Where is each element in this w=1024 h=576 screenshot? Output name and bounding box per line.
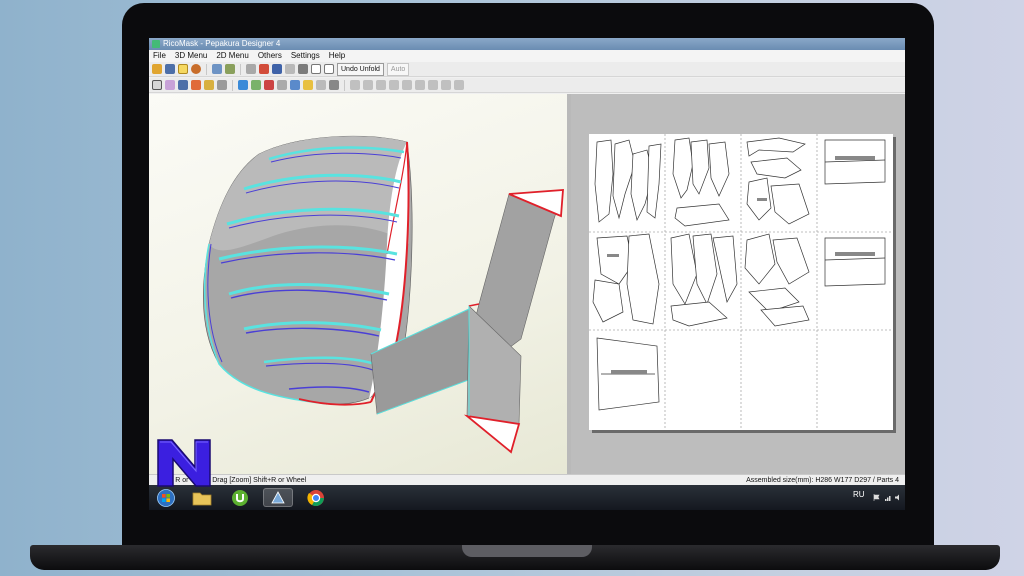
menu-file[interactable]: File (153, 50, 166, 62)
utorrent-button[interactable] (225, 488, 255, 507)
screen: RicoMask - Pepakura Designer 4 File 3D M… (149, 38, 905, 510)
options-icon[interactable] (415, 80, 425, 90)
edge-icon[interactable] (264, 80, 274, 90)
separator (232, 79, 233, 91)
3d-view-pane[interactable] (149, 94, 567, 474)
file-explorer-button[interactable] (187, 488, 217, 507)
auto-button[interactable]: Auto (386, 62, 410, 76)
pen-icon[interactable] (246, 64, 256, 74)
settings-icon[interactable] (428, 80, 438, 90)
join-icon[interactable] (178, 80, 188, 90)
start-button[interactable] (151, 488, 181, 507)
pepakura-icon (271, 490, 285, 503)
separator (206, 63, 207, 75)
check-icon[interactable] (376, 80, 386, 90)
glue-icon[interactable] (285, 64, 295, 74)
chrome-button[interactable] (301, 488, 331, 507)
pepakura-taskbar-button[interactable] (263, 488, 293, 507)
refresh-icon[interactable] (441, 80, 451, 90)
pattern-layout[interactable] (589, 134, 893, 430)
texture-icon[interactable] (191, 64, 201, 74)
menu-2d[interactable]: 2D Menu (216, 50, 248, 62)
menu-settings[interactable]: Settings (291, 50, 320, 62)
layer-icon[interactable] (350, 80, 360, 90)
open-folder-icon[interactable] (152, 64, 162, 74)
undo-unfold-button[interactable]: Undo Unfold (337, 62, 384, 76)
taskbar: RU (149, 485, 905, 510)
main-toolbar: Undo Unfold Auto (149, 62, 905, 77)
menu-help[interactable]: Help (329, 50, 345, 62)
arrange-icon[interactable] (238, 80, 248, 90)
anchor-icon[interactable] (272, 64, 282, 74)
paper-icon[interactable] (303, 80, 313, 90)
measure-icon[interactable] (389, 80, 399, 90)
folder-icon (192, 492, 212, 505)
text-icon[interactable] (217, 80, 227, 90)
flag-icon[interactable] (873, 494, 880, 501)
paper-sheet (589, 134, 893, 430)
select-icon[interactable] (152, 80, 162, 90)
chrome-icon (307, 489, 324, 506)
zoom-icon[interactable] (454, 80, 464, 90)
window-titlebar[interactable]: RicoMask - Pepakura Designer 4 (149, 38, 905, 50)
align-icon[interactable] (316, 80, 326, 90)
app-icon (152, 40, 160, 48)
fold-icon[interactable] (165, 80, 175, 90)
utorrent-icon (232, 489, 248, 506)
grid-icon[interactable] (329, 80, 339, 90)
edit-toolbar (149, 78, 905, 93)
rotate-part-icon[interactable] (251, 80, 261, 90)
volume-icon[interactable] (895, 494, 902, 501)
move-icon[interactable] (225, 64, 235, 74)
layout-icon[interactable] (298, 64, 308, 74)
menu-others[interactable]: Others (258, 50, 282, 62)
menu-3d[interactable]: 3D Menu (175, 50, 207, 62)
language-indicator[interactable]: RU (853, 490, 865, 499)
laptop-notch (462, 545, 592, 557)
windows-logo-icon (157, 488, 175, 507)
layer-alt-icon[interactable] (363, 80, 373, 90)
dims-icon[interactable] (402, 80, 412, 90)
flap-icon[interactable] (191, 80, 201, 90)
menu-bar: File 3D Menu 2D Menu Others Settings Hel… (149, 50, 905, 62)
window-alt-icon[interactable] (324, 64, 334, 74)
number-icon[interactable] (204, 80, 214, 90)
scale-icon[interactable] (277, 80, 287, 90)
print-icon[interactable] (290, 80, 300, 90)
channel-logo-n (157, 439, 211, 487)
separator (344, 79, 345, 91)
window-icon[interactable] (311, 64, 321, 74)
separator (240, 63, 241, 75)
3d-model[interactable] (149, 94, 567, 474)
2d-view-pane[interactable] (571, 94, 905, 474)
cut-icon[interactable] (259, 64, 269, 74)
rotate-icon[interactable] (212, 64, 222, 74)
window-title: RicoMask - Pepakura Designer 4 (163, 39, 281, 48)
network-icon[interactable] (885, 494, 892, 501)
view-mode-icon[interactable] (178, 64, 188, 74)
save-icon[interactable] (165, 64, 175, 74)
